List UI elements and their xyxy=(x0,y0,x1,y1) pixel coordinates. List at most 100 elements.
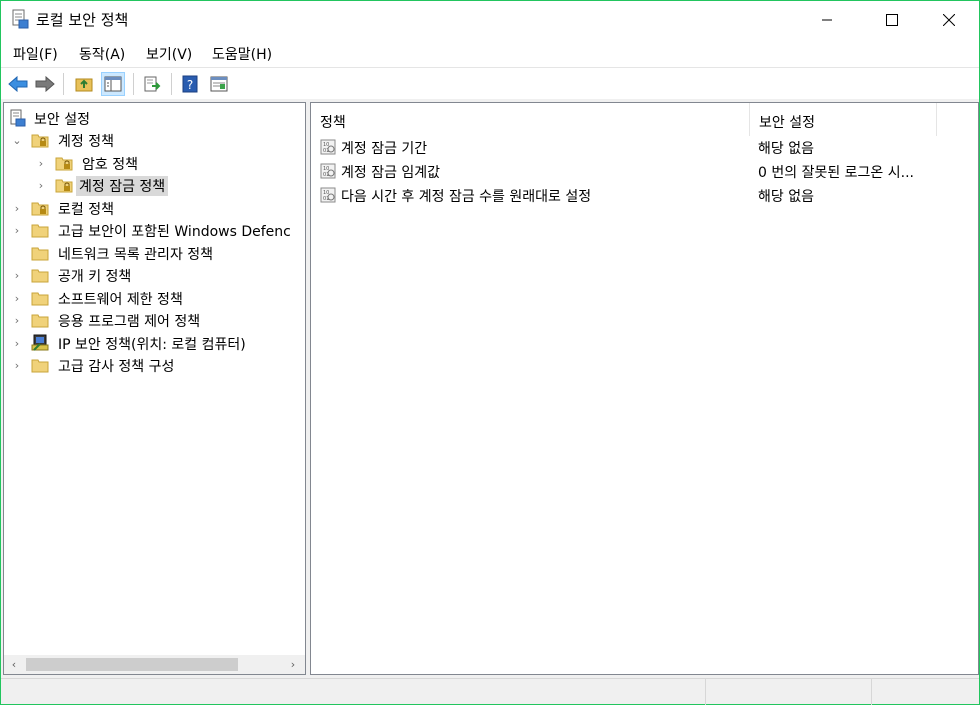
tree-item-security-settings[interactable]: 보안 설정 xyxy=(4,107,304,129)
tree-item-label: 공개 키 정책 xyxy=(58,269,132,285)
tree-item-label: 고급 보안이 포함된 Windows Defenc xyxy=(58,224,291,240)
back-button[interactable] xyxy=(6,72,30,96)
toolbar-separator xyxy=(133,73,134,95)
tree-item-label: IP 보안 정책(위치: 로컬 컴퓨터) xyxy=(58,337,246,353)
policy-value: 해당 없음 xyxy=(758,189,814,205)
tree-item-windows-defender-firewall[interactable]: › 고급 보안이 포함된 Windows Defenc xyxy=(4,219,304,241)
locked-folder-icon xyxy=(31,131,49,149)
chevron-right-icon[interactable]: › xyxy=(36,178,46,192)
policy-setting-icon: 10 01 xyxy=(320,139,336,155)
folder-icon xyxy=(31,266,49,284)
tree-horizontal-scrollbar[interactable]: ‹ › xyxy=(4,655,305,674)
tree-item-password-policy[interactable]: › 암호 정책 xyxy=(4,152,304,174)
scroll-left-icon[interactable]: ‹ xyxy=(6,657,22,672)
chevron-right-icon[interactable]: › xyxy=(12,201,22,215)
scrollbar-thumb[interactable] xyxy=(26,658,238,671)
toolbar-separator xyxy=(171,73,172,95)
menu-help[interactable]: 도움말(H) xyxy=(212,44,272,64)
tree-item-label: 계정 정책 xyxy=(58,134,114,150)
up-folder-icon xyxy=(75,78,93,92)
column-header-label: 정책 xyxy=(320,115,346,131)
folder-icon xyxy=(31,311,49,329)
folder-icon xyxy=(31,356,49,374)
status-segment xyxy=(871,679,977,705)
menu-file[interactable]: 파일(F) xyxy=(13,44,58,64)
toolbar-separator xyxy=(63,73,64,95)
column-header-policy[interactable]: ˄ 정책 xyxy=(311,103,750,136)
tree-item-software-restriction[interactable]: › 소프트웨어 제한 정책 xyxy=(4,287,304,309)
console-tree-pane[interactable]: 보안 설정 ⌄ 계정 정책 › 암호 정책 › 계정 잠금 정책 › 로컬 정책… xyxy=(3,102,306,675)
chevron-right-icon[interactable]: › xyxy=(12,291,22,305)
locked-folder-icon xyxy=(55,154,73,172)
chevron-right-icon[interactable]: › xyxy=(12,313,22,327)
chevron-down-icon[interactable]: ⌄ xyxy=(12,133,22,147)
column-header-security-setting[interactable]: 보안 설정 xyxy=(750,103,937,136)
policy-name: 계정 잠금 임계값 xyxy=(341,165,441,181)
folder-icon xyxy=(31,221,49,239)
folder-icon xyxy=(31,289,49,307)
tree-item-account-policies[interactable]: ⌄ 계정 정책 xyxy=(4,129,304,151)
up-one-level-button[interactable] xyxy=(72,72,96,96)
chevron-right-icon[interactable]: › xyxy=(12,358,22,372)
forward-button[interactable] xyxy=(33,72,57,96)
properties-icon xyxy=(210,76,228,92)
policy-value: 0 번의 잘못된 로그온 시... xyxy=(758,165,914,181)
title-bar[interactable]: 로컬 보안 정책 xyxy=(1,1,979,38)
ip-security-icon xyxy=(31,334,49,352)
policy-name: 계정 잠금 기간 xyxy=(341,141,428,157)
security-policy-app-icon xyxy=(11,9,29,29)
details-pane[interactable]: ˄ 정책 보안 설정 10 01 계정 잠금 기간 해당 없음 10 01 계정 잠… xyxy=(310,102,979,675)
policy-row[interactable]: 10 01 다음 시간 후 계정 잠금 수를 원래대로 설정 해당 없음 xyxy=(311,184,978,207)
window-title: 로컬 보안 정책 xyxy=(36,11,129,29)
back-icon xyxy=(8,76,28,92)
tree-item-label: 로컬 정책 xyxy=(58,202,114,218)
tree-item-advanced-audit[interactable]: › 고급 감사 정책 구성 xyxy=(4,354,304,376)
tree-item-label: 암호 정책 xyxy=(82,157,138,173)
chevron-right-icon[interactable]: › xyxy=(12,223,22,237)
chevron-right-icon[interactable]: › xyxy=(12,268,22,282)
export-list-icon xyxy=(144,76,161,92)
help-icon: ? xyxy=(182,75,198,93)
menu-action[interactable]: 동작(A) xyxy=(79,44,125,64)
tree-item-label: 소프트웨어 제한 정책 xyxy=(58,292,183,308)
policy-setting-icon: 10 01 xyxy=(320,163,336,179)
show-hide-tree-icon xyxy=(104,76,122,92)
policy-row[interactable]: 10 01 계정 잠금 기간 해당 없음 xyxy=(311,136,978,159)
scroll-right-icon[interactable]: › xyxy=(285,657,301,672)
policy-value: 해당 없음 xyxy=(758,141,814,157)
status-segment xyxy=(705,679,871,705)
main-window: 로컬 보안 정책 파일(F) 동작(A) 보기(V) 도움말(H) ? 보안 설… xyxy=(0,0,980,705)
show-hide-console-tree-button[interactable] xyxy=(101,72,125,96)
maximize-icon xyxy=(886,13,898,26)
minimize-button[interactable] xyxy=(804,1,850,38)
tree-item-label: 계정 잠금 정책 xyxy=(76,176,169,196)
locked-folder-icon xyxy=(55,176,73,194)
tree-item-local-policies[interactable]: › 로컬 정책 xyxy=(4,197,304,219)
tree-item-public-key-policies[interactable]: › 공개 키 정책 xyxy=(4,264,304,286)
chevron-right-icon[interactable]: › xyxy=(36,156,46,170)
column-header-label: 보안 설정 xyxy=(759,115,815,131)
policy-row[interactable]: 10 01 계정 잠금 임계값 0 번의 잘못된 로그온 시... xyxy=(311,160,978,183)
help-button[interactable]: ? xyxy=(178,72,202,96)
locked-folder-icon xyxy=(31,199,49,217)
minimize-icon xyxy=(822,19,832,20)
tree-item-label: 네트워크 목록 관리자 정책 xyxy=(58,247,214,263)
menu-view[interactable]: 보기(V) xyxy=(146,44,192,64)
tree-item-network-list-manager[interactable]: 네트워크 목록 관리자 정책 xyxy=(4,242,304,264)
svg-text:?: ? xyxy=(187,78,193,92)
properties-button[interactable] xyxy=(207,72,231,96)
tree-item-ip-security[interactable]: › IP 보안 정책(위치: 로컬 컴퓨터) xyxy=(4,332,304,354)
close-icon xyxy=(943,13,955,26)
forward-icon xyxy=(35,76,55,92)
chevron-right-icon[interactable]: › xyxy=(12,336,22,350)
toolbar: ? xyxy=(1,67,979,99)
tree-item-account-lockout-policy[interactable]: › 계정 잠금 정책 xyxy=(4,174,304,196)
maximize-button[interactable] xyxy=(869,1,915,38)
policy-setting-icon: 10 01 xyxy=(320,187,336,203)
tree-item-application-control[interactable]: › 응용 프로그램 제어 정책 xyxy=(4,309,304,331)
export-list-button[interactable] xyxy=(140,72,164,96)
close-button[interactable] xyxy=(926,1,972,38)
menu-bar: 파일(F) 동작(A) 보기(V) 도움말(H) xyxy=(1,38,979,67)
tree-item-label: 응용 프로그램 제어 정책 xyxy=(58,314,201,330)
security-settings-icon xyxy=(9,109,27,127)
